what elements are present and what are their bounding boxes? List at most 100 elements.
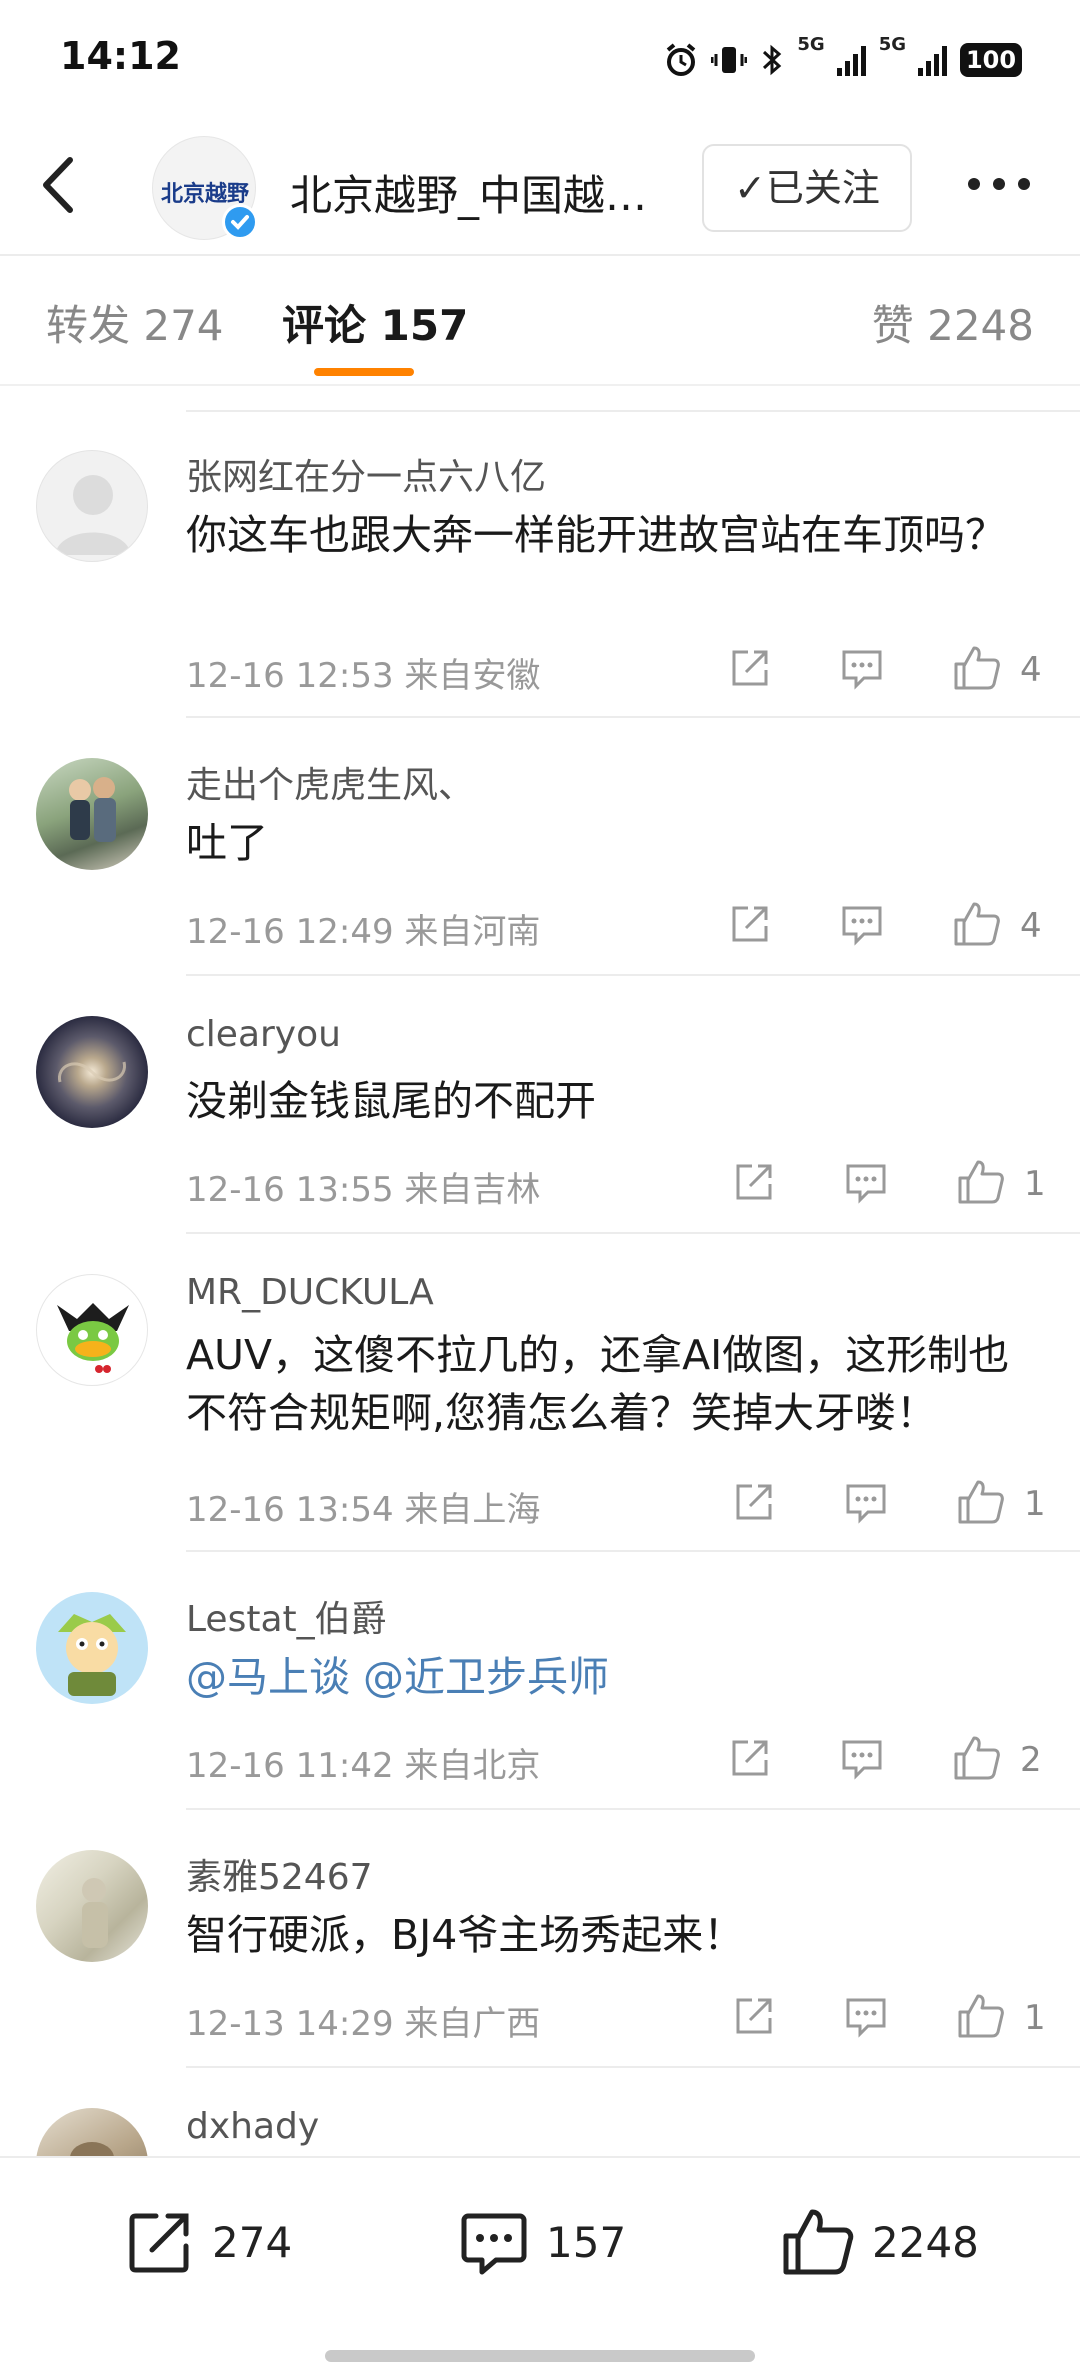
like-count: 1 [1024,1164,1046,1204]
comment-actions: 2 [724,1734,1044,1784]
repost-button[interactable]: 274 [124,2202,292,2282]
comment-location: 来自河南 [404,912,541,952]
comment-username[interactable]: MR_DUCKULA [186,1272,434,1313]
avatar[interactable] [36,1592,148,1704]
comment-item: dxhady [0,2066,1080,2156]
network-1-label: 5G [797,34,825,55]
comment-time: 12-16 12:53 [186,656,394,696]
comment-time: 12-16 12:49 [186,912,394,952]
comment-username[interactable]: 素雅52467 [186,1848,373,1900]
signal-icon-2 [918,46,947,76]
comment-actions: 4 [724,644,1044,694]
cartoon-character-icon [58,1614,126,1696]
profile-name[interactable]: 北京越野_中国越… [290,162,670,223]
comment-icon[interactable] [844,1480,888,1524]
comment-icon[interactable] [844,1160,888,1204]
follow-button[interactable]: ✓已关注 [702,144,912,232]
tab-comments[interactable]: 评论 157 [282,292,468,353]
comment-actions: 1 [728,1478,1048,1528]
comment-text: 吐了 [186,819,268,867]
avatar[interactable] [36,1850,148,1962]
dog-photo-icon [70,2142,114,2156]
comment-divider [186,2066,1080,2068]
like-count: 4 [1020,650,1042,690]
comment-location: 来自北京 [404,1746,541,1786]
bottom-action-bar: 274 157 2248 [0,2156,1080,2376]
comment-text: 没剃金钱鼠尾的不配开 [186,1077,596,1125]
network-2-label: 5G [878,34,906,55]
comment-icon[interactable] [844,1994,888,2038]
comment-icon [461,2213,527,2275]
comment-text: AUV，这傻不拉几的，还拿AI做图，这形制也不符合规矩啊,您猜怎么着？笑掉大牙喽… [186,1331,1010,1437]
tab-bar: 转发 274 评论 157 赞 2248 [0,256,1080,384]
verified-badge-icon [222,204,258,240]
more-button[interactable] [964,164,1034,204]
thumbs-up-icon[interactable] [956,1158,1006,1206]
comment-meta: 12-16 11:42 来自北京 [186,1738,540,1787]
comment-username[interactable]: dxhady [186,2106,319,2147]
comment-location: 来自吉林 [404,1170,541,1210]
faded-photo-icon [82,1878,108,1948]
thumbs-up-icon[interactable] [952,1734,1002,1782]
comment-item: MR_DUCKULA AUV，这傻不拉几的，还拿AI做图，这形制也不符合规矩啊,… [0,1232,1080,1532]
comment-text: 你这车也跟大奔一样能开进故宫站在车顶吗？ [186,511,1006,559]
share-icon[interactable] [732,1994,776,2038]
share-icon[interactable] [732,1160,776,1204]
comment-location: 来自上海 [404,1490,541,1530]
avatar[interactable] [36,1274,148,1386]
duck-cartoon-icon [57,1303,129,1373]
couple-photo-icon [69,777,116,842]
thumbs-up-icon[interactable] [956,1992,1006,2040]
tab-likes[interactable]: 赞 2248 [872,292,1034,353]
share-icon[interactable] [728,902,772,946]
repost-count: 274 [212,2217,293,2267]
comment-text: 智行硬派，BJ4爷主场秀起来！ [186,1911,745,1959]
share-icon[interactable] [728,646,772,690]
comment-meta: 12-13 14:29 来自广西 [186,1996,540,2045]
share-icon[interactable] [728,1736,772,1780]
avatar[interactable] [36,1016,148,1128]
back-button[interactable] [30,150,90,220]
comment-meta: 12-16 12:53 来自安徽 [186,648,540,697]
more-icon [968,178,1030,190]
comment-item: Lestat_伯爵 @马上谈 @近卫步兵师 12-16 11:42 来自北京 2 [0,1550,1080,1790]
thumbs-up-icon[interactable] [952,900,1002,948]
share-icon[interactable] [732,1480,776,1524]
comment-username[interactable]: Lestat_伯爵 [186,1590,387,1642]
thumbs-up-icon[interactable] [952,644,1002,692]
comment-username[interactable]: clearyou [186,1014,341,1055]
like-button[interactable]: 2248 [780,2202,979,2282]
comment-username[interactable]: 张网红在分一点六八亿 [186,448,546,500]
signal-icon [836,46,866,76]
comment-text[interactable]: @马上谈 @近卫步兵师 [186,1648,1046,1706]
vibrate-icon [711,47,748,73]
avatar[interactable] [36,758,148,870]
comment-icon[interactable] [840,646,884,690]
tab-reposts[interactable]: 转发 274 [46,292,224,353]
avatar[interactable] [36,2108,148,2156]
comment-username[interactable]: 走出个虎虎生风、 [186,756,474,808]
comment-icon[interactable] [840,902,884,946]
comment-item: clearyou 没剃金钱鼠尾的不配开 12-16 13:55 来自吉林 1 [0,974,1080,1214]
home-indicator[interactable] [325,2350,755,2362]
comment-meta: 12-16 12:49 来自河南 [186,904,540,953]
galaxy-photo-icon [58,1061,126,1083]
default-avatar-icon [55,475,131,555]
avatar[interactable] [36,450,148,562]
comment-divider [186,1550,1080,1552]
like-count: 1 [1024,1998,1046,2038]
thumbs-up-icon[interactable] [956,1478,1006,1526]
comment-divider [186,1232,1080,1234]
bluetooth-icon [763,44,782,76]
comment-item: 素雅52467 智行硬派，BJ4爷主场秀起来！ 12-13 14:29 来自广西… [0,1808,1080,2048]
comment-time: 12-16 11:42 [186,1746,394,1786]
comment-button[interactable]: 157 [458,2202,626,2282]
status-icons: 5G 5G 100 [663,34,1022,82]
comment-list: 张网红在分一点六八亿 你这车也跟大奔一样能开进故宫站在车顶吗？ 12-16 12… [0,386,1080,2156]
like-count: 2248 [872,2217,979,2267]
battery-indicator: 100 [960,43,1022,77]
comment-actions: 4 [724,900,1044,950]
comment-time: 12-16 13:55 [186,1170,394,1210]
comment-location: 来自安徽 [404,656,541,696]
comment-icon[interactable] [840,1736,884,1780]
